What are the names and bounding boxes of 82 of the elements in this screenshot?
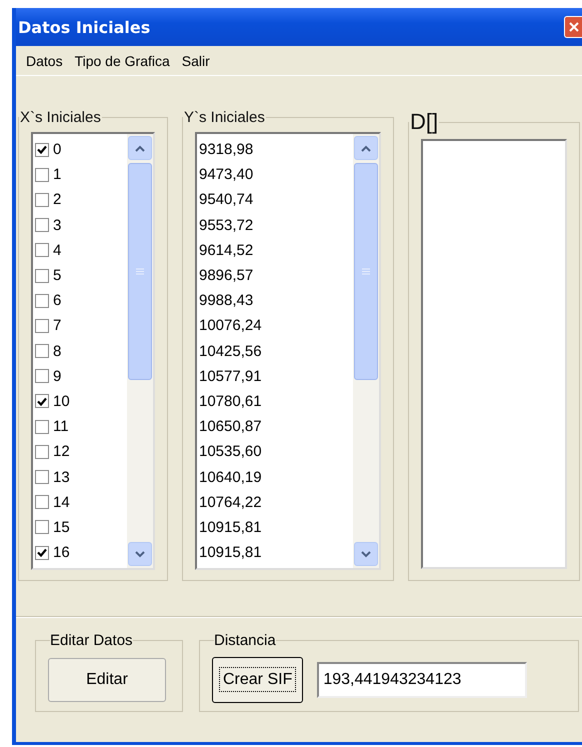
checkbox[interactable] [35,142,49,157]
list-item[interactable]: 9540,74 [199,191,254,208]
list-item[interactable]: 10535,60 [199,443,262,460]
list-item[interactable]: 9473,40 [199,166,254,184]
checkbox[interactable] [35,243,49,258]
chevron-up-icon [135,144,145,152]
chevron-down-icon [135,550,145,558]
close-icon [568,22,578,32]
group-title: Y`s Iniciales [183,109,266,126]
list-item[interactable]: 10764,22 [199,494,262,511]
checkbox[interactable] [35,268,49,283]
edit-button[interactable]: Editar [48,658,166,702]
scrollbar[interactable] [127,134,153,568]
grip-icon [362,268,370,275]
checkbox[interactable] [35,394,49,408]
group-title: X`s Iniciales [19,109,102,126]
scroll-thumb[interactable] [128,163,152,380]
list-item[interactable]: 10577,91 [199,368,262,385]
checkbox[interactable] [35,444,49,459]
list-item[interactable]: 10076,24 [199,317,262,334]
scroll-thumb[interactable] [354,163,378,380]
list-item[interactable]: 9553,72 [199,216,254,234]
scrollbar[interactable] [353,134,379,568]
checkbox[interactable] [35,294,49,308]
menu-item[interactable]: Salir [180,50,212,70]
item-label: 16 [53,544,70,562]
item-label: 12 [53,443,70,460]
menu-item[interactable]: Datos [24,50,65,70]
check-icon [37,548,47,558]
check-icon [37,396,47,406]
item-label: 1 [53,166,62,184]
item-label: 0 [53,141,62,158]
list-item[interactable]: 10650,87 [199,418,262,436]
grip-icon [136,268,144,275]
list-item[interactable]: 10915,81 [199,518,262,536]
list-item[interactable]: 9988,43 [199,292,254,310]
checkbox[interactable] [35,470,49,484]
distance-field[interactable]: 193,441943234123 [317,662,528,698]
list-item[interactable]: 9614,52 [199,242,254,259]
scroll-up-button[interactable] [128,136,152,160]
item-label: 8 [53,342,62,360]
checkbox[interactable] [35,495,49,510]
scroll-down-button[interactable] [354,542,378,566]
checkbox[interactable] [35,369,49,384]
close-button[interactable] [564,16,582,38]
checkbox[interactable] [35,344,49,358]
item-label: 15 [53,518,70,536]
item-label: 3 [53,216,62,234]
item-label: 10 [53,392,70,410]
checkbox[interactable] [35,192,49,207]
scroll-up-button[interactable] [354,136,378,160]
item-label: 2 [53,191,62,208]
list-item[interactable]: 10425,56 [199,342,262,360]
list-item[interactable]: 10780,61 [199,392,262,410]
item-label: 14 [53,494,70,511]
item-label: 6 [53,292,62,310]
create-button[interactable]: Crear SIF [212,657,304,703]
list-item[interactable]: 10915,81 [199,544,262,562]
checkbox[interactable] [35,168,49,182]
checkbox[interactable] [35,420,49,434]
check-icon [37,145,47,154]
menu-item[interactable]: Tipo de Grafica [72,50,172,70]
item-label: 4 [53,242,62,259]
item-label: 13 [53,468,70,486]
list-item[interactable]: 9896,57 [199,267,254,284]
chevron-up-icon [361,144,371,152]
item-label: 5 [53,267,62,284]
checkbox[interactable] [35,218,49,232]
group-title: D[] [409,109,440,135]
checkbox[interactable] [35,520,49,534]
item-label: 9 [53,368,62,385]
checkbox[interactable] [35,546,49,560]
list-item[interactable]: 10640,19 [199,468,262,486]
chevron-down-icon [361,550,371,558]
window-title: Datos Iniciales [18,18,150,36]
item-label: 7 [53,317,62,334]
checkbox[interactable] [35,318,49,333]
item-label: 11 [53,418,69,436]
group-title: Distancia [214,632,276,649]
list-item[interactable]: 9318,98 [199,141,254,158]
scroll-down-button[interactable] [128,542,152,566]
group-title: Editar Datos [50,632,133,649]
